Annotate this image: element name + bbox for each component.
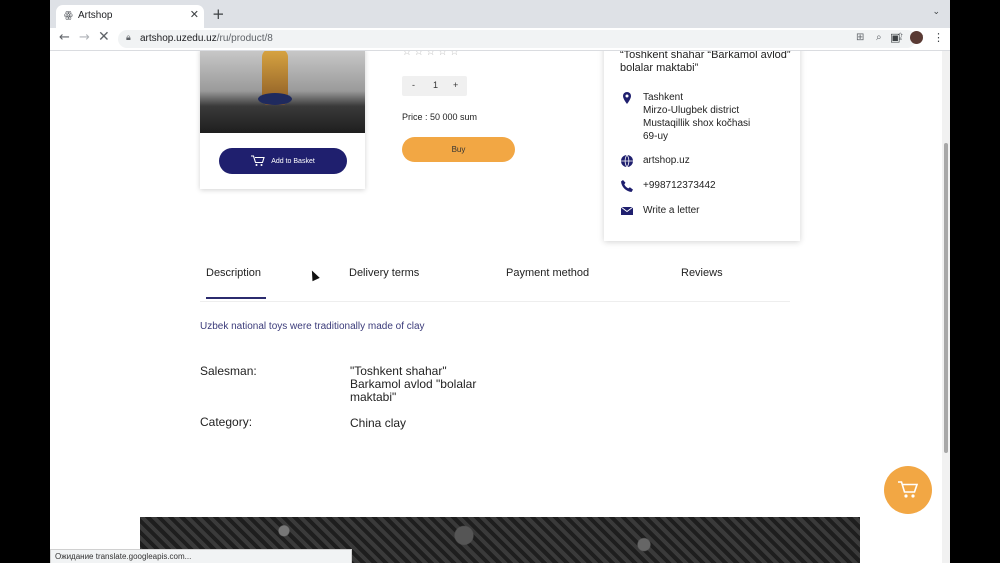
tab-description[interactable]: Description <box>206 267 261 279</box>
status-bar: Ожидание translate.googleapis.com... <box>50 549 352 563</box>
active-tab-indicator <box>206 297 266 299</box>
back-icon[interactable]: ← <box>59 30 70 45</box>
salesman-label: Salesman: <box>200 364 257 378</box>
favicon-icon: ꙮ <box>64 10 73 21</box>
url-text: artshop.uzedu.uz/ru/product/8 <box>140 33 273 44</box>
seller-phone[interactable]: +998712373442 <box>643 179 716 192</box>
tab-reviews[interactable]: Reviews <box>681 267 723 279</box>
close-icon[interactable]: ✕ <box>190 8 199 21</box>
scrollbar-thumb[interactable] <box>944 143 948 453</box>
menu-kebab-icon[interactable]: ⋮ <box>933 31 944 44</box>
forward-icon[interactable]: → <box>79 30 90 45</box>
lock-icon[interactable]: 🔒︎ <box>126 33 131 43</box>
address-line: 69-uy <box>643 131 669 142</box>
zoom-icon[interactable]: ⌕ <box>876 32 882 43</box>
phone-icon <box>621 180 633 192</box>
salesman-value: "Toshkent shahar" Barkamol avlod "bolala… <box>350 364 477 404</box>
qty-value[interactable]: 1 <box>433 80 438 90</box>
stop-loading-icon[interactable]: ✕ <box>98 29 110 45</box>
seller-address-row: Tashkent Mirzo-Ulugbek district Mustaqil… <box>620 91 750 143</box>
qty-plus-button[interactable]: + <box>453 80 458 90</box>
address-line: Tashkent <box>643 92 684 103</box>
product-image <box>200 51 365 133</box>
cart-icon <box>898 481 919 498</box>
category-label: Category: <box>200 415 253 429</box>
write-letter-row[interactable]: Write a letter <box>620 204 700 218</box>
tab-delivery-terms[interactable]: Delivery terms <box>349 267 419 279</box>
new-tab-icon[interactable]: + <box>212 5 225 23</box>
tab-title: Artshop <box>78 10 113 21</box>
seller-phone-row[interactable]: +998712373442 <box>620 179 716 193</box>
tab-strip: ꙮ Artshop ✕ + ⌄ <box>50 0 950 28</box>
product-tabs: Description Delivery terms Payment metho… <box>200 261 790 302</box>
product-card: Add to Basket <box>200 51 365 189</box>
rating-stars[interactable]: ☆☆☆☆☆ <box>402 51 461 58</box>
floating-cart-button[interactable] <box>884 466 932 514</box>
translate-icon[interactable]: ⊞ <box>856 32 864 43</box>
cart-icon <box>251 155 265 166</box>
profile-avatar[interactable] <box>910 31 923 44</box>
page-content: Add to Basket ☆☆☆☆☆ - 1 + Price : 50 000… <box>50 51 942 563</box>
seller-card: “Toshkent shahar “Barkamol avlod” bolala… <box>604 51 800 241</box>
tab-artshop[interactable]: ꙮ Artshop ✕ <box>56 5 204 28</box>
add-to-basket-label: Add to Basket <box>271 157 315 165</box>
clay-toy-base <box>258 93 292 105</box>
address-line: Mustaqillik shox kočhasi <box>643 118 751 129</box>
seller-website[interactable]: artshop.uz <box>643 154 690 167</box>
seller-name: “Toshkent shahar “Barkamol avlod” bolala… <box>620 51 791 74</box>
product-description: Uzbek national toys were traditionally m… <box>200 321 425 332</box>
category-value: China clay <box>350 416 407 430</box>
mail-icon <box>620 206 634 215</box>
seller-address: Tashkent Mirzo-Ulugbek district Mustaqil… <box>643 91 750 143</box>
vertical-scrollbar[interactable] <box>942 51 950 563</box>
add-to-basket-button[interactable]: Add to Basket <box>219 148 347 174</box>
write-letter-link[interactable]: Write a letter <box>643 204 700 217</box>
tab-payment-method[interactable]: Payment method <box>506 267 589 279</box>
price-text: Price : 50 000 sum <box>402 112 478 122</box>
browser-window: ꙮ Artshop ✕ + ⌄ ← → ✕ 🔒︎ artshop.uzedu.u… <box>50 0 950 563</box>
url-host: artshop.uzedu.uz <box>140 33 217 44</box>
address-bar[interactable]: 🔒︎ artshop.uzedu.uz/ru/product/8 ⊞ ⌕ ⇪ ☆ <box>118 30 924 48</box>
quantity-stepper: - 1 + <box>402 76 467 96</box>
seller-website-row[interactable]: artshop.uz <box>620 154 690 168</box>
status-text: Ожидание translate.googleapis.com... <box>55 552 192 561</box>
browser-toolbar: ← → ✕ 🔒︎ artshop.uzedu.uz/ru/product/8 ⊞… <box>50 28 950 51</box>
address-line: Mirzo-Ulugbek district <box>643 105 740 116</box>
qty-minus-button[interactable]: - <box>412 80 415 90</box>
url-path: /ru/product/8 <box>216 33 273 44</box>
location-pin-icon <box>623 92 631 104</box>
globe-icon <box>621 154 633 168</box>
buy-button[interactable]: Buy <box>402 137 515 162</box>
side-panel-icon[interactable]: ▣ <box>890 31 900 44</box>
chevron-down-icon[interactable]: ⌄ <box>932 7 940 17</box>
